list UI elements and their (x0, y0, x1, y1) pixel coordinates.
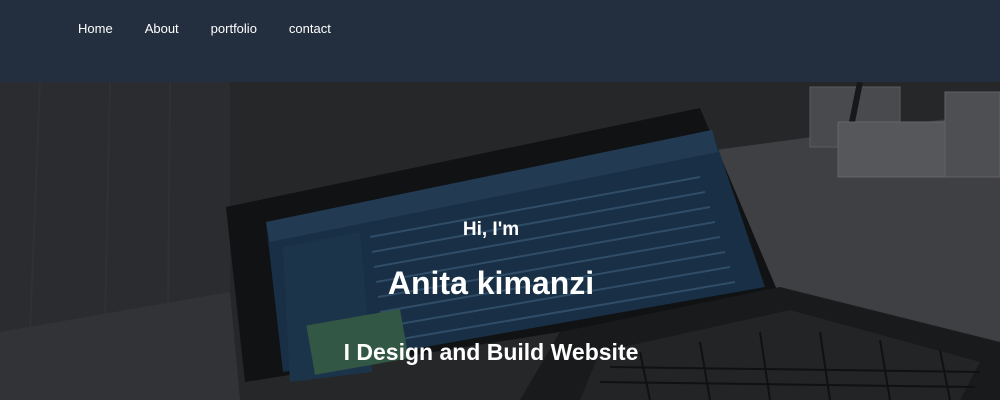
nav-link-about[interactable]: About (145, 21, 179, 36)
hero-tagline: I Design and Build Website (343, 339, 639, 365)
nav-link-contact[interactable]: contact (289, 21, 331, 36)
hero-name: Anita kimanzi (387, 265, 595, 301)
navbar: Home About portfolio contact (0, 0, 1000, 82)
hero-greeting: Hi, I'm (462, 219, 520, 240)
page: Home About portfolio contact Hi, I'm Ani… (0, 0, 1000, 400)
nav-menu: Home About portfolio contact (78, 20, 363, 38)
nav-link-portfolio[interactable]: portfolio (211, 21, 257, 36)
nav-link-home[interactable]: Home (78, 21, 113, 36)
